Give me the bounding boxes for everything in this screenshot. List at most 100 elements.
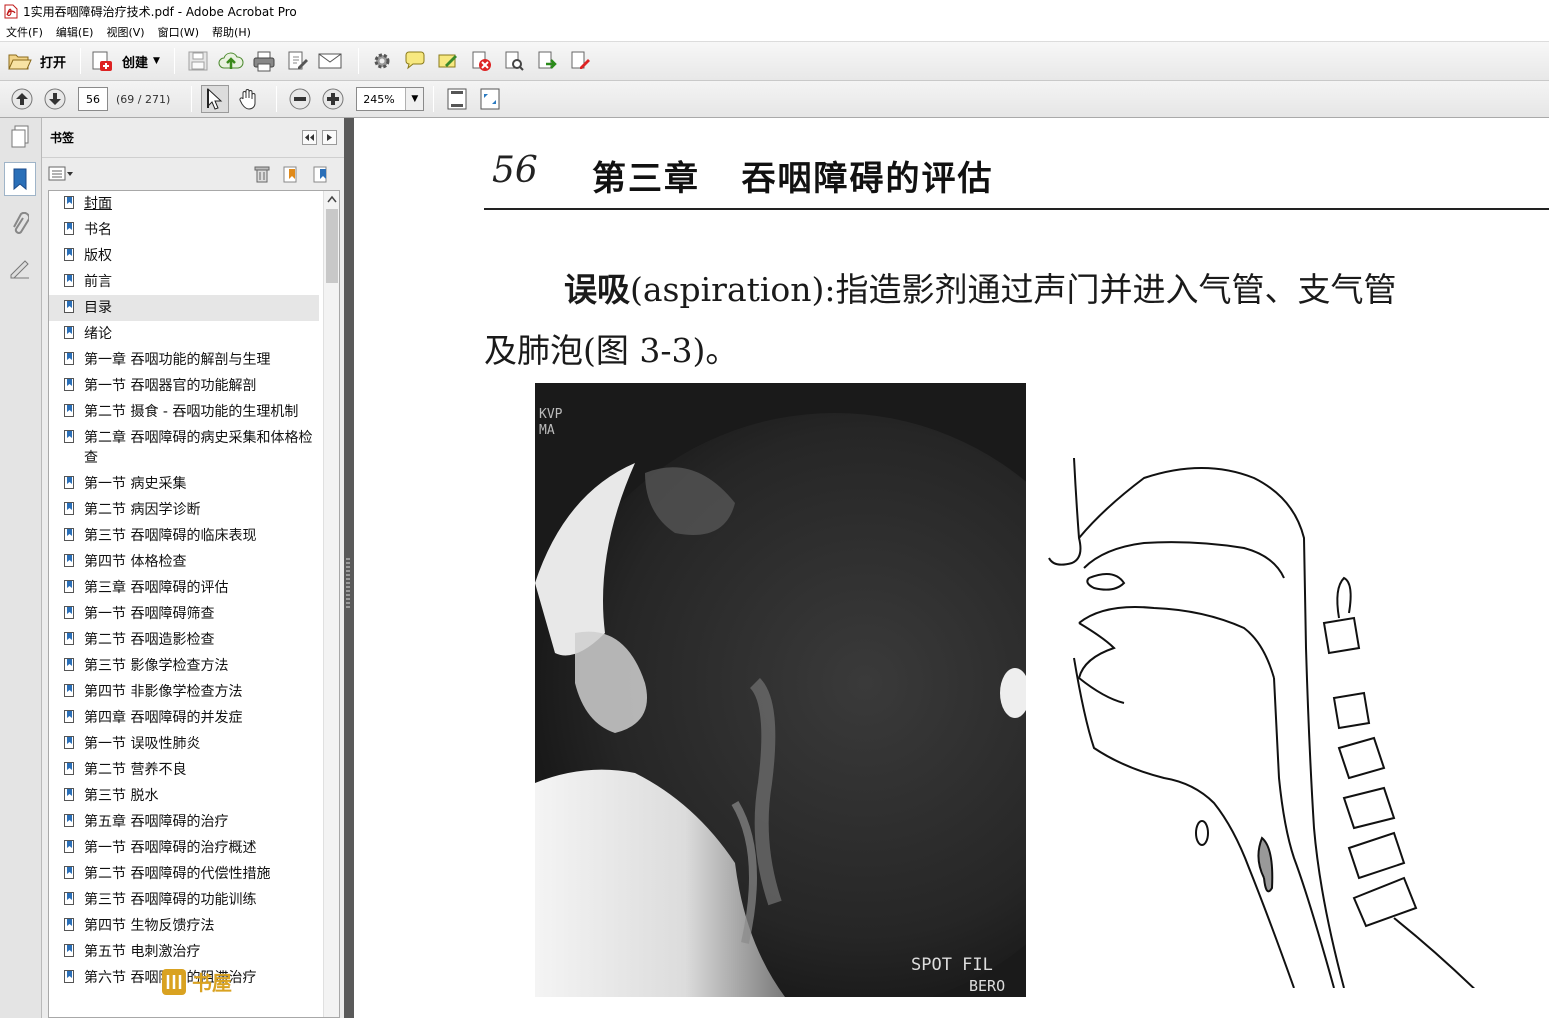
bookmark-item[interactable]: 第一节 吞咽障碍的治疗概述 bbox=[49, 835, 319, 861]
zoom-in-button[interactable] bbox=[319, 85, 347, 113]
bookmark-item[interactable]: 第三节 吞咽障碍的临床表现 bbox=[49, 523, 319, 549]
xray-label-bottom: SPOT FIL bbox=[911, 955, 993, 975]
bookmark-item[interactable]: 第一节 吞咽器官的功能解剖 bbox=[49, 373, 319, 399]
bookmarks-pane-button[interactable] bbox=[4, 162, 36, 196]
settings-button[interactable] bbox=[368, 47, 396, 75]
full-screen-button[interactable] bbox=[476, 85, 504, 113]
bookmark-item[interactable]: 第三节 脱水 bbox=[49, 783, 319, 809]
page-thumbnails-button[interactable] bbox=[4, 120, 36, 154]
upload-button[interactable] bbox=[217, 47, 245, 75]
bookmark-item[interactable]: 第二章 吞咽障碍的病史采集和体格检查 bbox=[49, 425, 319, 471]
bookmark-item[interactable]: 第五章 吞咽障碍的治疗 bbox=[49, 809, 319, 835]
chevron-right-icon bbox=[327, 134, 332, 141]
pane-splitter[interactable] bbox=[344, 118, 354, 1018]
previous-page-button[interactable] bbox=[8, 85, 36, 113]
find-in-document-button[interactable] bbox=[500, 47, 528, 75]
next-page-button[interactable] bbox=[41, 85, 69, 113]
toolbar-separator bbox=[173, 48, 175, 74]
bookmark-label: 第二章 吞咽障碍的病史采集和体格检查 bbox=[84, 430, 313, 466]
hand-tool-button[interactable] bbox=[234, 85, 262, 113]
bookmark-item[interactable]: 封面 bbox=[49, 191, 319, 217]
document-search-icon bbox=[505, 51, 524, 71]
splitter-grip[interactable] bbox=[346, 558, 350, 608]
collapse-pane-button[interactable] bbox=[302, 130, 317, 145]
arrow-up-icon bbox=[11, 88, 33, 110]
bookmark-label: 第四节 非影像学检查方法 bbox=[84, 684, 243, 700]
save-button[interactable] bbox=[184, 47, 212, 75]
comment-button[interactable] bbox=[401, 47, 429, 75]
menu-edit[interactable]: 编辑(E) bbox=[56, 24, 94, 40]
arrow-down-icon bbox=[44, 88, 66, 110]
bookmark-item[interactable]: 第三章 吞咽障碍的评估 bbox=[49, 575, 319, 601]
scrollbar-thumb[interactable] bbox=[326, 209, 338, 283]
list-options-icon bbox=[48, 166, 73, 181]
bookmark-label: 第一节 吞咽器官的功能解剖 bbox=[84, 378, 257, 394]
bookmark-item[interactable]: 第四节 非影像学检查方法 bbox=[49, 679, 319, 705]
bookmark-item[interactable]: 第一节 误吸性肺炎 bbox=[49, 731, 319, 757]
page-number-input[interactable]: 56 bbox=[78, 87, 108, 111]
bookmarks-header: 书签 bbox=[42, 118, 344, 158]
xray-image: KVP MA SPOT FIL BERO bbox=[535, 383, 1026, 997]
fit-page-button[interactable] bbox=[443, 85, 471, 113]
menu-view[interactable]: 视图(V) bbox=[106, 24, 144, 40]
bookmark-item[interactable]: 目录 bbox=[49, 295, 319, 321]
bookmark-label: 第三节 吞咽障碍的临床表现 bbox=[84, 528, 257, 544]
bookmark-page-icon bbox=[64, 274, 74, 287]
bookmark-item[interactable]: 第三节 吞咽障碍的功能训练 bbox=[49, 887, 319, 913]
new-bookmark-icon bbox=[283, 166, 297, 183]
bookmark-item[interactable]: 第一节 吞咽障碍筛查 bbox=[49, 601, 319, 627]
bookmark-item[interactable]: 第二节 吞咽造影检查 bbox=[49, 627, 319, 653]
bookmark-item[interactable]: 书名 bbox=[49, 217, 319, 243]
sign-button[interactable] bbox=[566, 47, 594, 75]
bookmark-item[interactable]: 第二节 摄食 - 吞咽功能的生理机制 bbox=[49, 399, 319, 425]
bookmarks-list[interactable]: 封面 书名 版权 前言 目录 绪论 第一章 吞咽功能的解剖与生理 第一节 吞咽器官的功能解剖第… bbox=[48, 190, 340, 1018]
bookmark-item[interactable]: 第五节 电刺激治疗 bbox=[49, 939, 319, 965]
document-view[interactable]: 56 第三章 吞咽障碍的评估 误吸(aspiration):指造影剂通过声门并进… bbox=[354, 118, 1549, 1018]
edit-document-button[interactable] bbox=[283, 47, 311, 75]
close-pane-button[interactable] bbox=[322, 130, 337, 145]
bookmarks-scrollbar[interactable] bbox=[323, 191, 339, 1017]
bookmark-item[interactable]: 第二节 营养不良 bbox=[49, 757, 319, 783]
select-tool-button[interactable] bbox=[201, 85, 230, 113]
menu-window[interactable]: 窗口(W) bbox=[158, 24, 199, 40]
bookmark-label: 第五节 电刺激治疗 bbox=[84, 944, 201, 960]
bookmark-item[interactable]: 绪论 bbox=[49, 321, 319, 347]
bookmark-page-icon bbox=[64, 970, 74, 983]
new-bookmark-button[interactable] bbox=[282, 165, 300, 186]
expand-bookmark-button[interactable] bbox=[312, 165, 330, 186]
email-button[interactable] bbox=[316, 47, 344, 75]
options-menu-button[interactable] bbox=[48, 166, 74, 185]
bookmark-page-icon bbox=[64, 658, 74, 671]
highlight-button[interactable] bbox=[434, 47, 462, 75]
bookmark-item[interactable]: 第二节 病因学诊断 bbox=[49, 497, 319, 523]
signatures-pane-button[interactable] bbox=[4, 252, 36, 286]
bookmark-label: 第一节 病史采集 bbox=[84, 476, 187, 492]
print-button[interactable] bbox=[250, 47, 278, 75]
bookmark-item[interactable]: 第二节 吞咽障碍的代偿性措施 bbox=[49, 861, 319, 887]
delete-bookmark-button[interactable] bbox=[254, 165, 270, 186]
scroll-up-icon[interactable] bbox=[327, 195, 337, 203]
watermark-logo: 书屋 bbox=[162, 969, 232, 995]
bookmark-item[interactable]: 版权 bbox=[49, 243, 319, 269]
bookmark-item[interactable]: 第三节 影像学检查方法 bbox=[49, 653, 319, 679]
bookmark-item[interactable]: 前言 bbox=[49, 269, 319, 295]
bookmark-item[interactable]: 第四节 生物反馈疗法 bbox=[49, 913, 319, 939]
menu-file[interactable]: 文件(F) bbox=[6, 24, 43, 40]
chevron-down-icon[interactable]: ▼ bbox=[405, 88, 424, 110]
bookmark-page-icon bbox=[64, 710, 74, 723]
create-button[interactable]: 创建 ▼ bbox=[90, 47, 160, 75]
bookmark-item[interactable]: 第四章 吞咽障碍的并发症 bbox=[49, 705, 319, 731]
bookmark-item[interactable]: 第四节 体格检查 bbox=[49, 549, 319, 575]
menu-help[interactable]: 帮助(H) bbox=[212, 24, 251, 40]
open-button[interactable]: 打开 bbox=[8, 47, 66, 75]
attachments-pane-button[interactable] bbox=[4, 208, 36, 242]
export-button[interactable] bbox=[533, 47, 561, 75]
bookmark-item[interactable]: 第一节 病史采集 bbox=[49, 471, 319, 497]
minus-circle-icon bbox=[289, 88, 311, 110]
bookmark-label: 第二节 营养不良 bbox=[84, 762, 187, 778]
zoom-select[interactable]: 245% ▼ bbox=[356, 87, 425, 111]
bookmark-label: 第二节 病因学诊断 bbox=[84, 502, 201, 518]
zoom-out-button[interactable] bbox=[286, 85, 314, 113]
bookmark-item[interactable]: 第一章 吞咽功能的解剖与生理 bbox=[49, 347, 319, 373]
delete-page-button[interactable] bbox=[467, 47, 495, 75]
